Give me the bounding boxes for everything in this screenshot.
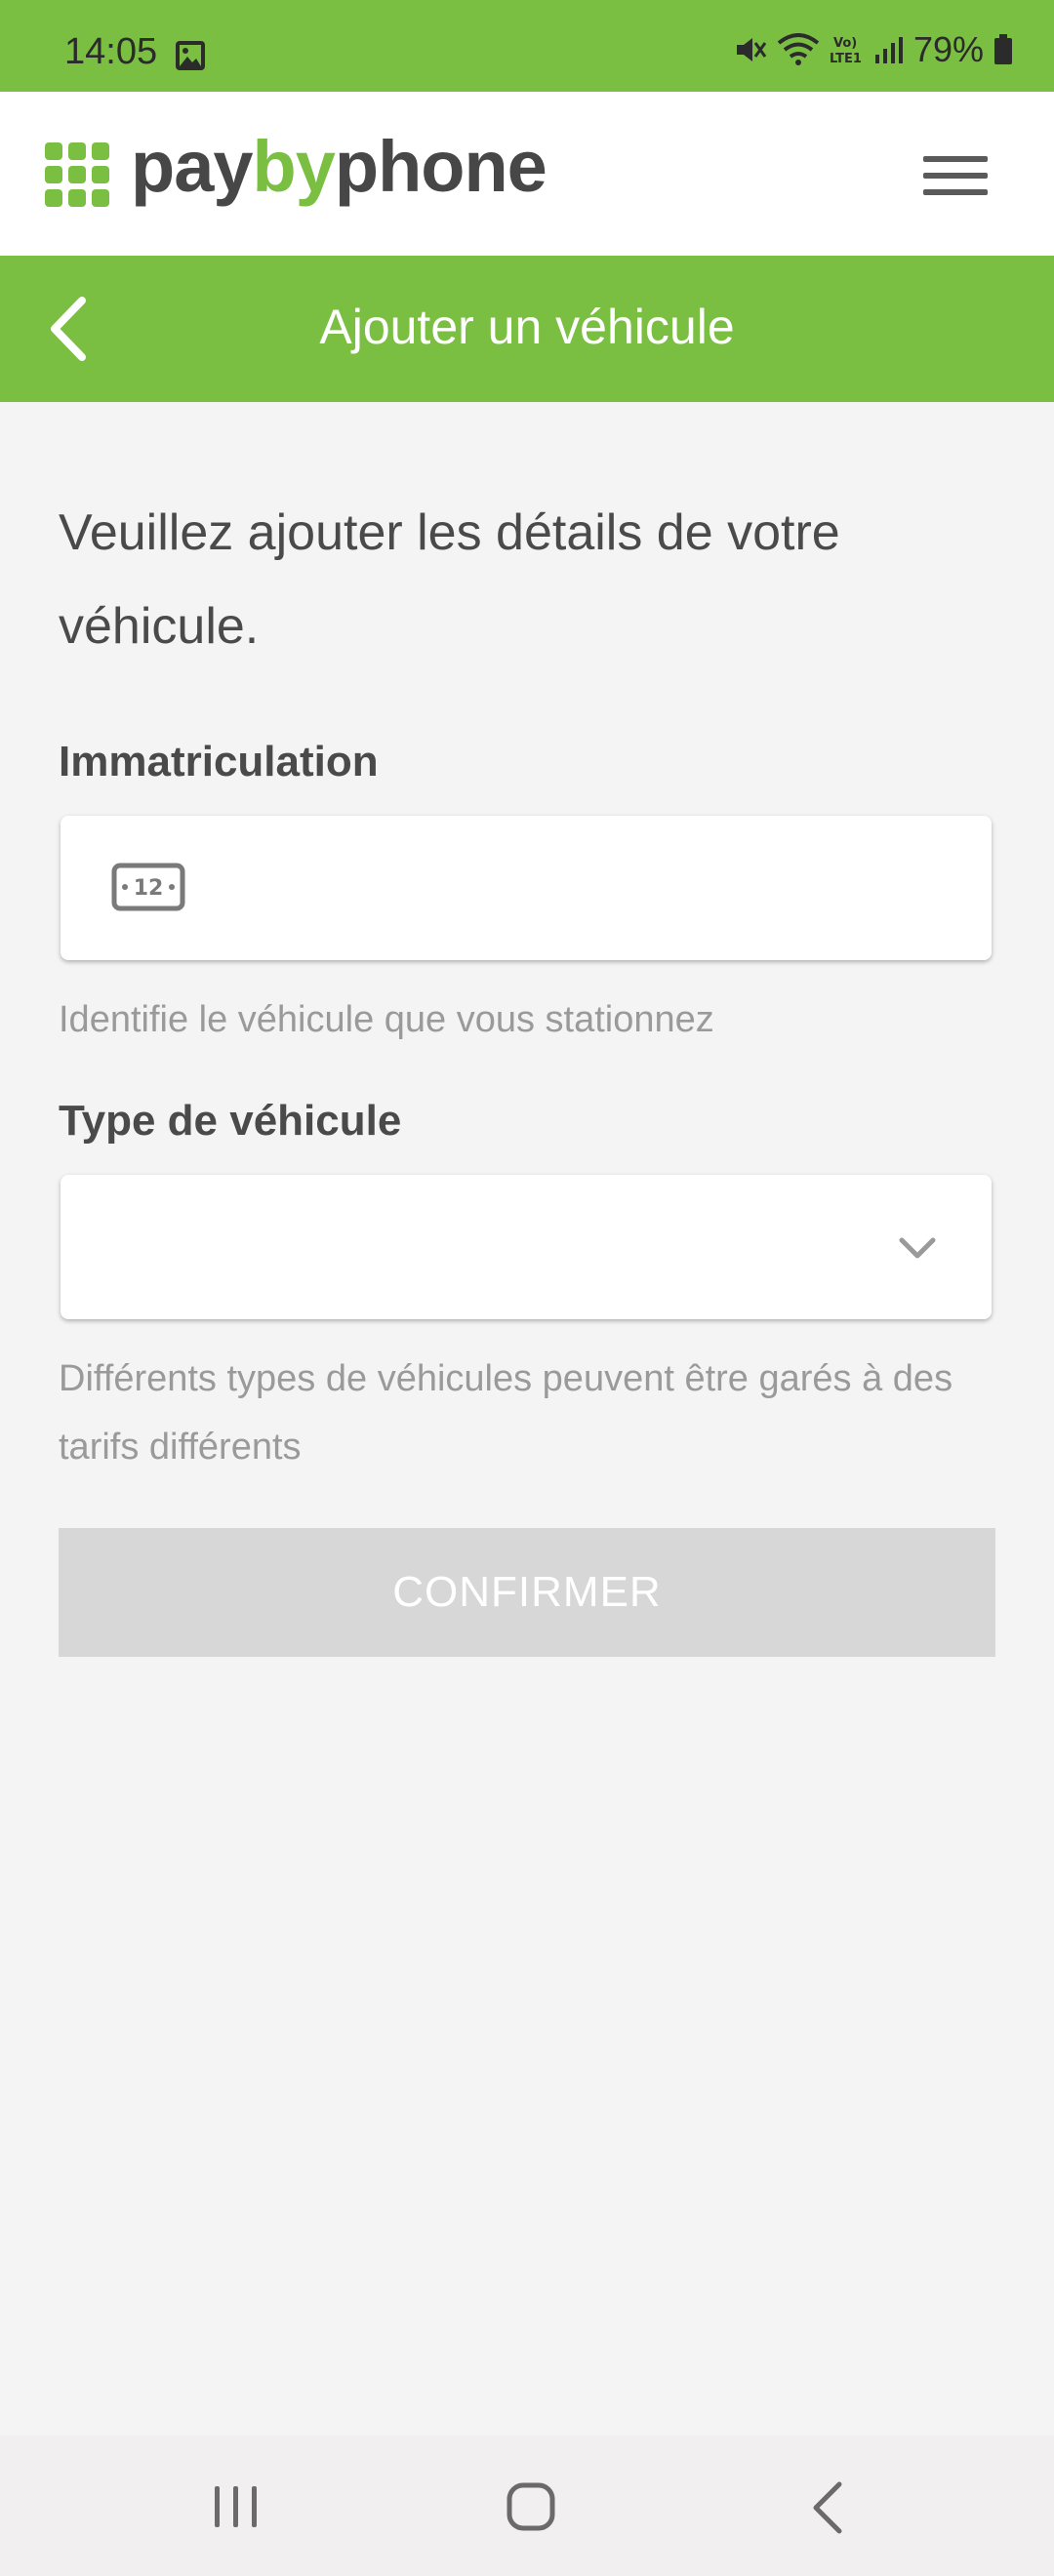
paybyphone-logo-icon [45, 142, 109, 207]
plate-helper-text: Identifie le véhicule que vous stationne… [59, 999, 714, 1040]
license-plate-icon: 12 [111, 863, 185, 911]
svg-text:12: 12 [134, 876, 164, 901]
volte-icon: Vo) LTE1 [830, 36, 862, 66]
mute-icon [736, 38, 767, 61]
home-icon[interactable] [506, 2480, 556, 2533]
status-bar: 14:05 Vo) LTE1 79% [0, 0, 1054, 92]
logo-pay: pay [131, 126, 254, 207]
vehicle-type-label: Type de véhicule [59, 1097, 402, 1145]
status-icons: Vo) LTE1 79% [734, 29, 1013, 70]
svg-text:LTE1: LTE1 [830, 52, 862, 66]
confirm-button[interactable]: CONFIRMER [59, 1528, 995, 1657]
back-icon[interactable] [810, 2480, 845, 2535]
battery-icon [994, 34, 1012, 64]
intro-text: Veuillez ajouter les détails de votre vé… [59, 504, 840, 655]
battery-percentage: 79% [912, 29, 984, 69]
plate-input[interactable] [217, 855, 962, 923]
title-bar: Ajouter un véhicule [0, 256, 1054, 402]
plate-field[interactable]: 12 [61, 816, 992, 960]
vehicle-type-select[interactable] [61, 1175, 992, 1319]
status-time: 14:05 [64, 31, 158, 72]
vehicle-type-helper-text: Différents types de véhicules peuvent êt… [59, 1358, 953, 1468]
wifi-icon [777, 33, 820, 65]
logo-phone: phone [334, 126, 547, 207]
logo-by: by [252, 126, 336, 207]
hamburger-menu-icon[interactable] [923, 152, 988, 199]
app-logo: paybyphone [131, 125, 547, 208]
app-header: paybyphone [0, 92, 1054, 256]
plate-label: Immatriculation [59, 738, 379, 785]
signal-icon [874, 37, 903, 63]
page-title: Ajouter un véhicule [319, 300, 735, 354]
svg-text:Vo): Vo) [833, 36, 857, 51]
recent-apps-icon[interactable] [211, 2482, 262, 2531]
chevron-down-icon [899, 1237, 936, 1259]
system-nav-bar [0, 2435, 1054, 2576]
gallery-icon [176, 41, 205, 70]
